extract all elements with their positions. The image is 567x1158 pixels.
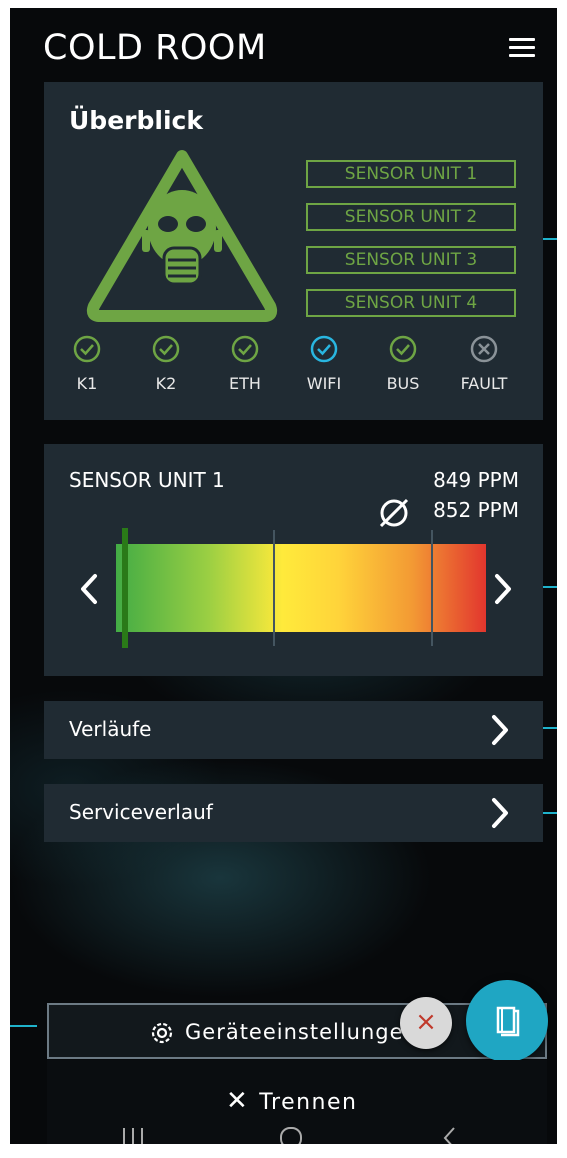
- chevron-right-icon[interactable]: [492, 572, 514, 606]
- sensor-unit-3-button[interactable]: SENSOR UNIT 3: [306, 246, 516, 274]
- status-label: FAULT: [460, 374, 508, 393]
- sensor-name: SENSOR UNIT 1: [69, 468, 225, 492]
- sensor-average-value: 852 PPM: [433, 498, 519, 522]
- book-button[interactable]: [466, 980, 548, 1062]
- status-k2: K2: [131, 334, 201, 393]
- book-icon: [496, 1006, 520, 1037]
- sensor-detail-card: SENSOR UNIT 1 849 PPM 852 PPM: [44, 444, 543, 676]
- gear-icon: [151, 1022, 173, 1044]
- service-history-label: Serviceverlauf: [69, 800, 213, 824]
- service-history-row[interactable]: Serviceverlauf: [44, 784, 543, 842]
- x-circle-icon: [470, 335, 498, 363]
- sensor-unit-1-button[interactable]: SENSOR UNIT 1: [306, 160, 516, 188]
- overview-card: Überblick SENSOR UNIT 1 SENSOR UNIT 2 SE…: [44, 82, 543, 420]
- history-row[interactable]: Verläufe: [44, 701, 543, 759]
- sensor-unit-4-button[interactable]: SENSOR UNIT 4: [306, 289, 516, 317]
- close-button[interactable]: ×: [400, 997, 452, 1049]
- check-circle-icon: [231, 335, 259, 363]
- disconnect-button[interactable]: ✕ Trennen: [226, 1086, 357, 1116]
- overview-title: Überblick: [69, 106, 203, 135]
- status-wifi: WIFI: [289, 334, 359, 393]
- settings-label: Geräteeinstellungen: [185, 1020, 418, 1044]
- gas-mask-warning-icon: [86, 150, 278, 322]
- status-label: ETH: [229, 374, 261, 393]
- recent-apps-icon[interactable]: [120, 1126, 146, 1144]
- home-icon[interactable]: [278, 1126, 304, 1144]
- back-icon[interactable]: [440, 1126, 460, 1144]
- connector-line: [543, 727, 557, 729]
- connector-line: [543, 812, 557, 814]
- average-icon: [379, 498, 409, 528]
- status-k1: K1: [52, 334, 122, 393]
- check-circle-icon: [73, 335, 101, 363]
- check-circle-icon: [310, 335, 338, 363]
- threshold-tick: [431, 530, 433, 646]
- disconnect-label: Trennen: [259, 1090, 358, 1115]
- chevron-right-icon: [492, 798, 508, 828]
- connector-line: [543, 238, 557, 240]
- close-icon: ✕: [226, 1086, 250, 1116]
- status-label: K1: [76, 374, 98, 393]
- status-label: WIFI: [306, 374, 342, 393]
- check-circle-icon: [152, 335, 180, 363]
- status-label: K2: [155, 374, 177, 393]
- connector-line: [10, 1025, 37, 1027]
- settings-content: Geräteeinstellungen: [147, 1018, 418, 1048]
- connector-line: [543, 586, 557, 588]
- menu-icon[interactable]: [509, 38, 535, 58]
- sensor-current-value: 849 PPM: [433, 468, 519, 492]
- check-circle-icon: [389, 335, 417, 363]
- chevron-right-icon: [492, 715, 508, 745]
- chevron-left-icon[interactable]: [78, 572, 100, 606]
- status-bus: BUS: [368, 334, 438, 393]
- history-label: Verläufe: [69, 717, 152, 741]
- phone-screen: COLD ROOM Überblick SENSOR UNIT 1 SENSOR…: [10, 8, 557, 1144]
- status-label: BUS: [386, 374, 420, 393]
- status-eth: ETH: [210, 334, 280, 393]
- threshold-tick: [273, 530, 275, 646]
- current-level-marker: [122, 528, 128, 648]
- status-fault: FAULT: [449, 334, 519, 393]
- sensor-unit-2-button[interactable]: SENSOR UNIT 2: [306, 203, 516, 231]
- page-title: COLD ROOM: [43, 28, 267, 68]
